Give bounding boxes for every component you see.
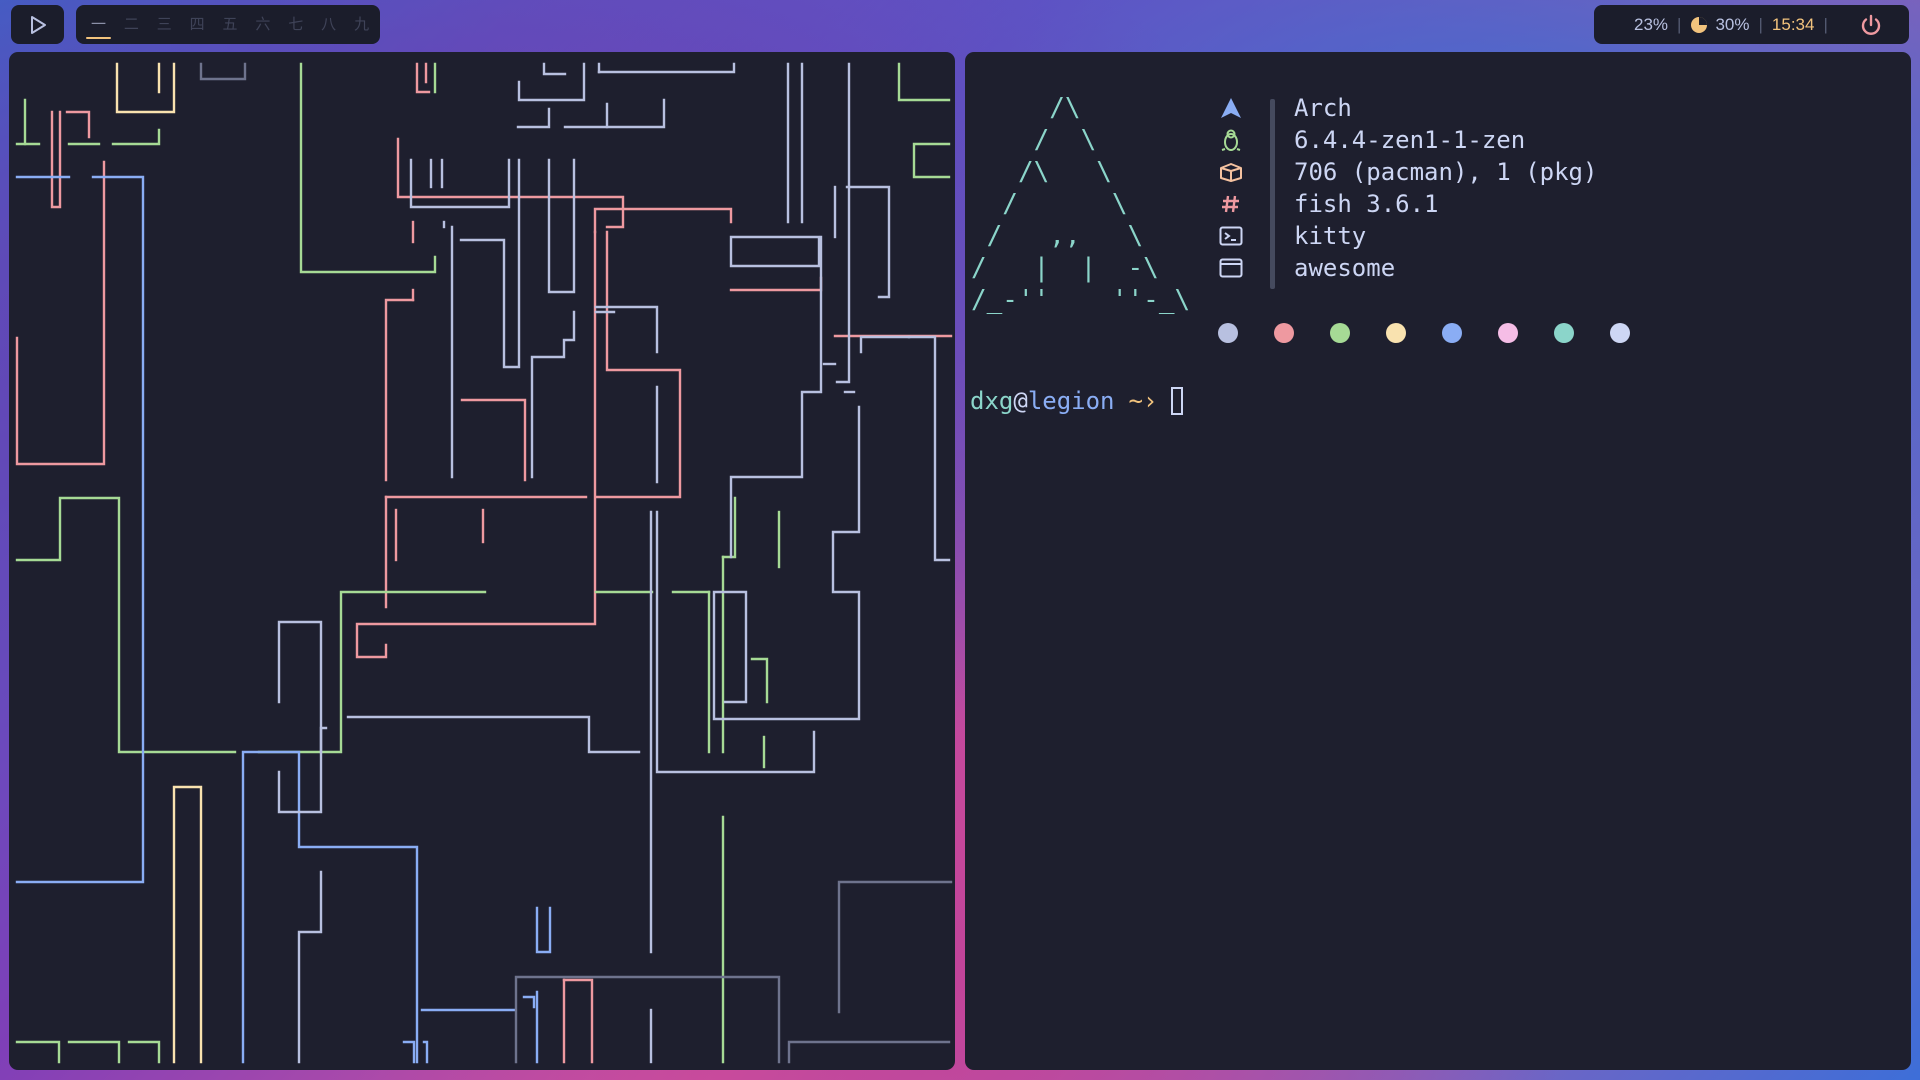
top-bar: 一 二 三 四 五 六 七 八 九 23% | 30% | 15:34 | (0, 0, 1920, 48)
shell-value: fish 3.6.1 (1294, 190, 1439, 218)
kernel-value: 6.4.4-zen1-1-zen (1294, 126, 1526, 154)
packages-value: 706 (pacman), 1 (pkg) (1294, 158, 1598, 186)
pipes-art (15, 62, 953, 1064)
tag-3[interactable]: 三 (148, 5, 181, 44)
terminal-cursor[interactable] (1171, 387, 1184, 415)
arch-ascii-logo: /\ / \ /\ \ / \ / ,, \ / | | -\ /_-'' ''… (971, 93, 1191, 315)
palette-dot-6 (1498, 323, 1518, 343)
window-icon (1218, 258, 1244, 278)
palette-dot-1 (1218, 323, 1238, 343)
palette-dot-5 (1442, 323, 1462, 343)
status-widgets: 23% | 30% | 15:34 | (1594, 5, 1909, 44)
green-pipes (15, 62, 951, 1064)
prompt-at: @ (1013, 387, 1028, 415)
tag-5[interactable]: 五 (214, 5, 247, 44)
wm-value: awesome (1294, 254, 1396, 282)
tag-4[interactable]: 四 (181, 5, 214, 44)
memory-usage: 30% (1715, 14, 1750, 34)
separator: | (1758, 14, 1763, 34)
white-pipes (277, 62, 951, 1064)
terminal-fetch[interactable]: /\ / \ /\ \ / \ / ,, \ / | | -\ /_-'' ''… (965, 52, 1911, 1070)
gray-pipes (199, 62, 953, 1064)
info-row-os: Arch (1218, 92, 1597, 124)
terminal-pipes[interactable] (9, 52, 955, 1070)
clock: 15:34 (1771, 14, 1815, 34)
info-row-shell: fish 3.6.1 (1218, 188, 1597, 220)
tag-2[interactable]: 二 (115, 5, 148, 44)
palette-dot-2 (1274, 323, 1294, 343)
terminal-value: kitty (1294, 222, 1367, 250)
package-icon (1218, 162, 1244, 182)
palette-dot-7 (1554, 323, 1574, 343)
palette-dot-3 (1330, 323, 1350, 343)
color-palette (1218, 323, 1666, 343)
os-value: Arch (1294, 94, 1352, 122)
info-row-terminal: kitty (1218, 220, 1597, 252)
palette-dot-8 (1610, 323, 1630, 343)
penguin-icon (1218, 129, 1244, 151)
shell-prompt[interactable]: dxg @ legion ~› (970, 384, 1184, 418)
hash-icon (1218, 194, 1244, 214)
separator: | (1823, 14, 1828, 34)
separator: | (1677, 14, 1682, 34)
prompt-host: legion (1027, 387, 1115, 415)
cpu-usage: 23% (1634, 14, 1669, 34)
play-icon (30, 15, 46, 34)
tag-9[interactable]: 九 (345, 5, 378, 44)
launcher-button[interactable] (11, 5, 64, 44)
power-icon (1861, 14, 1881, 35)
tag-1[interactable]: 一 (82, 5, 115, 44)
yellow-pipes (115, 62, 203, 1064)
tag-8[interactable]: 八 (312, 5, 345, 44)
pink-pipes (15, 62, 953, 1064)
arch-icon (1218, 97, 1244, 119)
info-row-wm: awesome (1218, 252, 1597, 284)
info-row-packages: 706 (pacman), 1 (pkg) (1218, 156, 1597, 188)
prompt-user: dxg (970, 387, 1014, 415)
workspace-tags: 一 二 三 四 五 六 七 八 九 (76, 5, 380, 44)
prompt-arrow: ~› (1128, 387, 1158, 415)
palette-dot-4 (1386, 323, 1406, 343)
terminal-icon (1218, 226, 1244, 246)
info-row-kernel: 6.4.4-zen1-1-zen (1218, 124, 1597, 156)
blue-pipes (15, 175, 552, 1064)
memory-pie-icon (1690, 16, 1708, 34)
power-button[interactable] (1859, 13, 1883, 37)
tag-6[interactable]: 六 (246, 5, 279, 44)
system-info: Arch 6.4.4-zen1-1-zen 706 (pacman), 1 (p… (1218, 92, 1597, 284)
tag-7[interactable]: 七 (279, 5, 312, 44)
